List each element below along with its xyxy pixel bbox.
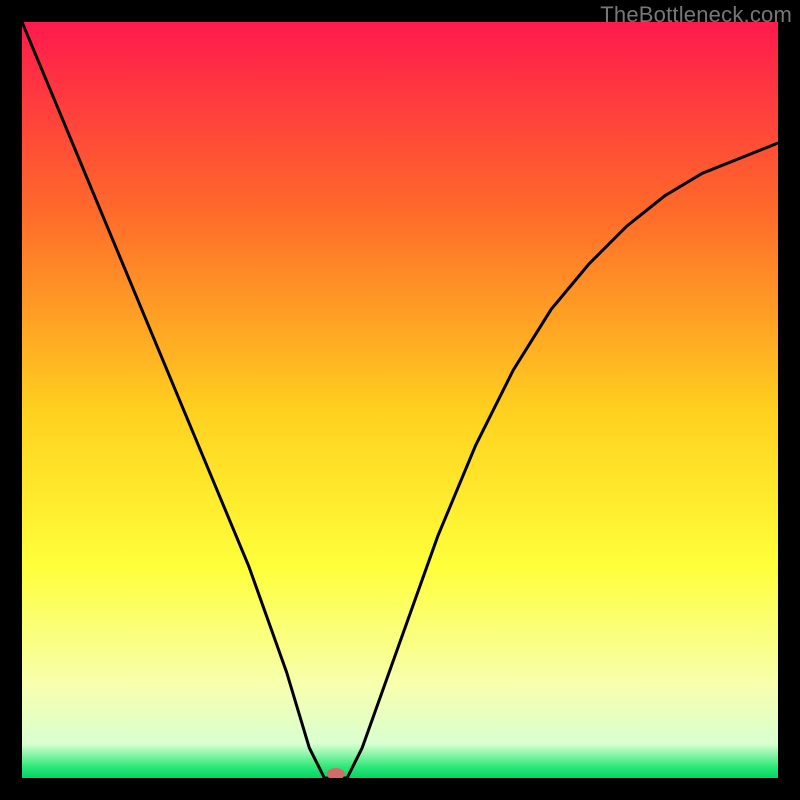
chart-frame	[22, 22, 778, 778]
chart-background	[22, 22, 778, 778]
bottleneck-chart	[22, 22, 778, 778]
